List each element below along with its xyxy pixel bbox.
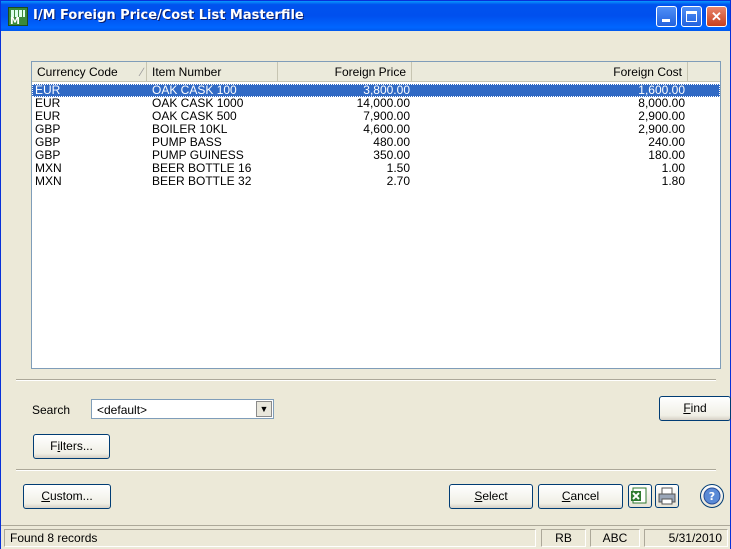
status-user: RB [541,529,586,547]
filters-button-label: Filters... [50,439,93,453]
window-title: I/M Foreign Price/Cost List Masterfile [33,8,304,23]
table-row[interactable]: MXN BEER BOTTLE 32 2.70 1.80 [32,175,720,188]
status-message: Found 8 records [4,529,536,547]
column-header-label: Currency Code [37,65,118,79]
table-row[interactable]: GBP PUMP GUINESS 350.00 180.00 [32,149,720,162]
export-excel-button[interactable] [628,484,652,508]
maximize-button[interactable] [681,6,702,27]
column-header-item[interactable]: Item Number [147,62,278,82]
status-bar: Found 8 records RB ABC 5/31/2010 [1,525,730,549]
custom-button[interactable]: Custom... [23,484,111,509]
help-button[interactable]: ? [700,484,724,508]
find-button-label: Find [683,401,707,415]
cell-currency: MXN [35,174,62,188]
cell-foreign-price: 2.70 [386,174,410,188]
status-date: 5/31/2010 [644,529,728,547]
app-icon[interactable]: M [8,7,28,27]
print-button[interactable] [655,484,679,508]
column-header-label: Foreign Cost [613,65,682,79]
column-header-label: Foreign Price [334,65,406,79]
cancel-button[interactable]: Cancel [538,484,623,509]
column-header-currency[interactable]: Currency Code ∕ [32,62,147,82]
divider [16,469,716,471]
close-button[interactable]: ✕ [706,6,727,27]
search-label: Search [32,403,71,417]
column-header-label: Item Number [152,65,222,79]
cancel-button-label: Cancel [561,489,600,503]
search-select[interactable]: <default> ▼ [91,399,274,419]
excel-icon [631,487,647,504]
records-list[interactable]: Currency Code ∕ Item Number Foreign Price… [31,61,721,369]
printer-icon [658,487,676,505]
title-bar[interactable]: M I/M Foreign Price/Cost List Masterfile… [1,1,730,31]
minimize-icon [662,19,670,22]
divider [16,379,716,381]
minimize-button[interactable] [656,6,677,27]
main-window: M I/M Foreign Price/Cost List Masterfile… [0,0,731,549]
list-header: Currency Code ∕ Item Number Foreign Price… [32,62,720,82]
custom-button-label: Custom... [41,489,93,503]
status-company: ABC [590,529,640,547]
help-icon: ? [703,487,721,505]
close-icon: ✕ [711,9,722,24]
filters-button[interactable]: Filters... [33,434,110,459]
search-select-value: <default> [97,403,148,417]
select-button[interactable]: Select [449,484,533,509]
cell-item-number: BEER BOTTLE 32 [152,174,252,188]
maximize-icon [686,11,697,22]
chevron-down-icon[interactable]: ▼ [256,401,272,417]
column-header-price[interactable]: Foreign Price [278,62,412,82]
select-button-label: Select [474,489,508,503]
sort-arrow-icon: ∕ [140,65,143,79]
svg-text:?: ? [709,490,715,503]
table-row[interactable]: MXN BEER BOTTLE 16 1.50 1.00 [32,162,720,175]
find-button[interactable]: Find [659,396,731,421]
column-header-cost[interactable]: Foreign Cost [412,62,688,82]
cell-foreign-cost: 1.80 [661,174,685,188]
